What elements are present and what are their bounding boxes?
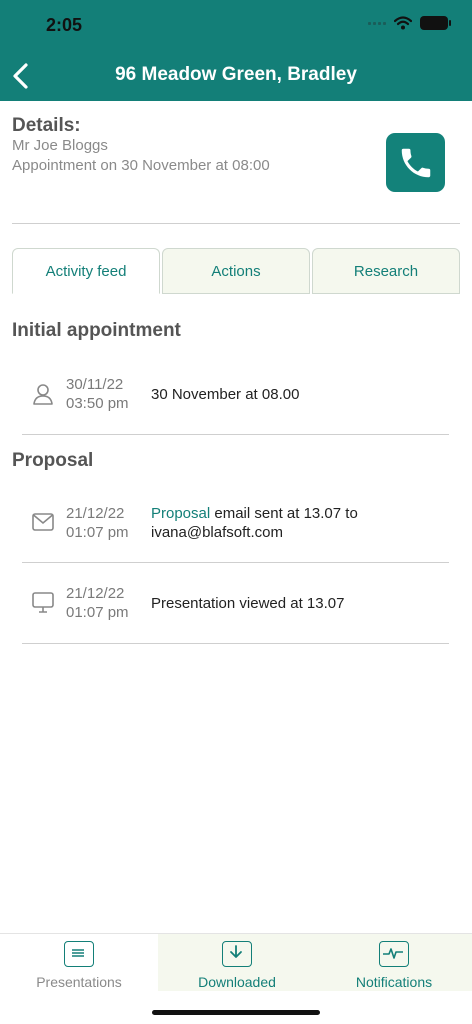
tab-activity-feed[interactable]: Activity feed (12, 248, 160, 294)
envelope-icon (32, 513, 54, 531)
nav-notifications[interactable]: Notifications (316, 934, 472, 991)
nav-label: Notifications (355, 974, 433, 990)
feed-row[interactable]: 21/12/22 01:07 pm Proposal email sent at… (22, 492, 449, 563)
download-icon (222, 941, 252, 967)
status-icons (368, 16, 451, 30)
call-button[interactable] (386, 133, 445, 192)
divider (12, 223, 460, 224)
app-header: 2:05 96 Meadow Green, Bradley (0, 0, 472, 101)
wifi-icon (394, 16, 412, 30)
status-time: 2:05 (46, 15, 83, 35)
tab-bar: Activity feed Actions Research (12, 248, 460, 294)
presentations-icon (64, 941, 94, 967)
person-icon (33, 384, 53, 405)
feed-date: 21/12/22 01:07 pm (66, 505, 129, 541)
feed-date: 30/11/22 03:50 pm (66, 376, 129, 412)
home-indicator[interactable] (152, 1010, 320, 1015)
pulse-icon (379, 941, 409, 967)
nav-label: Presentations (36, 974, 122, 990)
feed-row[interactable]: 30/11/22 03:50 pm 30 November at 08.00 (22, 362, 449, 435)
nav-downloaded[interactable]: Downloaded (158, 934, 316, 991)
tab-actions[interactable]: Actions (162, 248, 310, 294)
phone-icon (401, 148, 430, 177)
signal-icon (368, 21, 386, 25)
feed-text: 30 November at 08.00 (151, 386, 300, 403)
details-label: Details: (12, 115, 81, 136)
feed-row[interactable]: 21/12/22 01:07 pm Presentation viewed at… (22, 563, 449, 644)
feed-text: Presentation viewed at 13.07 (151, 595, 345, 612)
nav-presentations[interactable]: Presentations (0, 934, 158, 991)
bottom-navigation: Presentations Downloaded Notifications (0, 933, 472, 991)
appointment-info: Appointment on 30 November at 08:00 (12, 157, 270, 174)
page-title: 96 Meadow Green, Bradley (115, 64, 357, 85)
feed-text: Proposal email sent at 13.07 to ivana@bl… (151, 505, 358, 541)
battery-icon (420, 16, 451, 30)
section-title-proposal: Proposal (12, 450, 94, 471)
section-title-initial-appointment: Initial appointment (12, 320, 181, 341)
tab-label: Research (353, 262, 419, 280)
tab-label: Activity feed (45, 262, 127, 280)
customer-name: Mr Joe Bloggs (12, 137, 108, 154)
monitor-icon (32, 592, 54, 613)
feed-date: 21/12/22 01:07 pm (66, 585, 129, 621)
tab-research[interactable]: Research (312, 248, 460, 294)
tab-label: Actions (211, 262, 261, 280)
proposal-link[interactable]: Proposal (151, 505, 210, 522)
nav-label: Downloaded (198, 974, 276, 990)
